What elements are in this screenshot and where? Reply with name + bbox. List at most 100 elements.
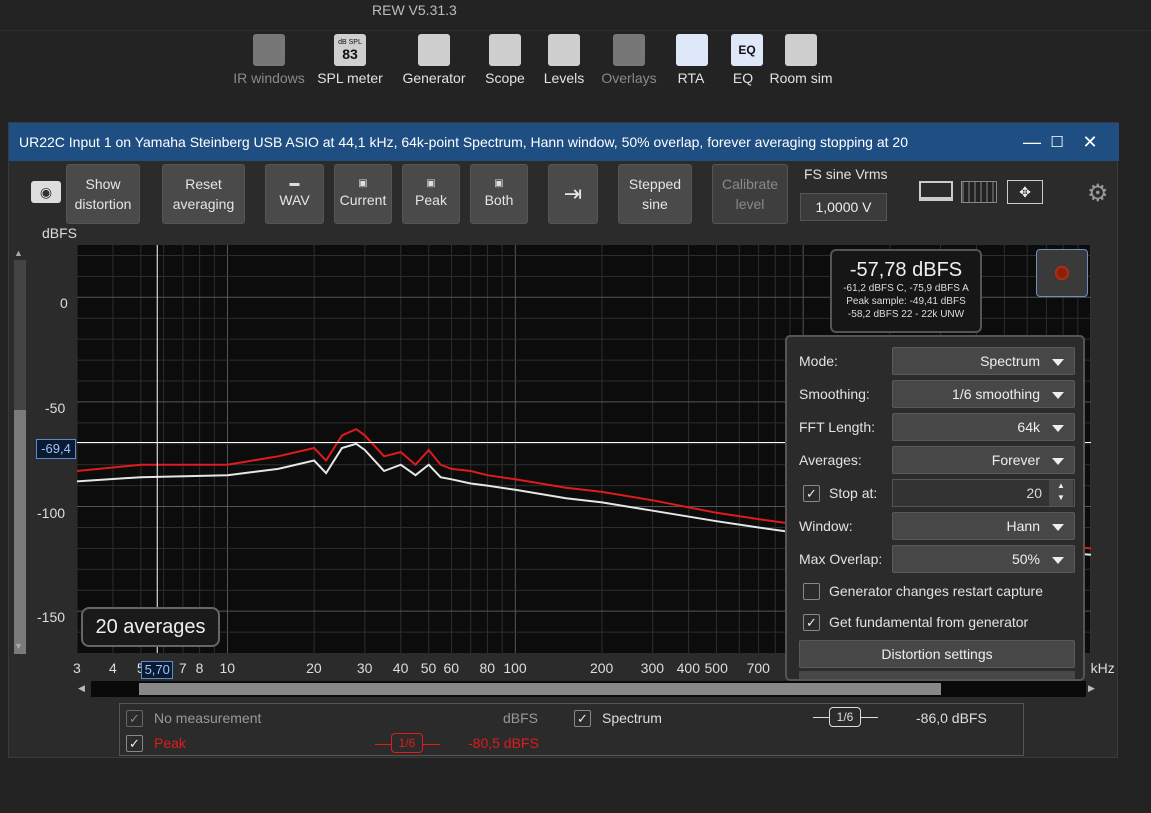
toolbar-rta[interactable]: RTA xyxy=(676,34,708,92)
x-tick: 8 xyxy=(195,660,204,676)
max-overlap-label: Max Overlap: xyxy=(799,551,883,567)
panel-extra-button[interactable] xyxy=(799,671,1075,679)
max-overlap-value: 50% xyxy=(1011,551,1040,567)
peak-checkbox[interactable]: ✓ xyxy=(126,735,143,752)
room-sim-icon xyxy=(785,34,817,66)
y-tick: -50 xyxy=(45,400,66,416)
gear-icon[interactable]: ⚙ xyxy=(1087,179,1109,208)
single-graph-icon[interactable] xyxy=(919,181,953,201)
toolbar-overlays[interactable]: Overlays xyxy=(601,34,657,92)
wav-label: WAV xyxy=(279,192,310,208)
peak-value: -80,5 dBFS xyxy=(468,735,539,751)
toolbar-eq[interactable]: EQ EQ xyxy=(731,34,763,92)
expand-icon[interactable]: ✥ xyxy=(1007,180,1043,204)
save-current-button[interactable]: ▣ Current xyxy=(334,164,392,224)
save-icon: ▣ xyxy=(494,178,504,189)
horizontal-scrollbar[interactable] xyxy=(91,681,1086,697)
rta-settings-panel: Mode: Spectrum Smoothing: 1/6 smoothing … xyxy=(785,335,1085,681)
show-distortion-button[interactable]: Show distortion xyxy=(66,164,140,224)
multi-graph-icon[interactable] xyxy=(961,181,997,203)
scrollbar-thumb[interactable] xyxy=(139,683,941,695)
eq-icon: EQ xyxy=(731,34,763,66)
wav-button[interactable]: ▬ WAV xyxy=(265,164,324,224)
mode-value: Spectrum xyxy=(980,353,1040,369)
y-tick: -100 xyxy=(37,505,66,521)
calibrate-level-button[interactable]: Calibrate level xyxy=(712,164,788,224)
no-measurement-checkbox[interactable]: ✓ xyxy=(126,710,143,727)
scroll-right-arrow[interactable]: ▶ xyxy=(1088,683,1095,694)
mode-label: Mode: xyxy=(799,353,838,369)
generator-icon xyxy=(418,34,450,66)
peak-smoothing-badge[interactable]: 1/6 xyxy=(391,733,423,753)
fs-sine-input[interactable]: 1,0000 V xyxy=(800,193,887,221)
icon-text: 83 xyxy=(342,45,358,62)
stop-at-checkbox[interactable]: ✓ xyxy=(803,485,820,502)
generator-restart-label: Generator changes restart capture xyxy=(829,583,1044,599)
max-overlap-dropdown[interactable]: 50% xyxy=(892,545,1075,573)
toolbar-spl-meter[interactable]: dB SPL 83 SPL meter xyxy=(316,34,384,92)
x-tick: 80 xyxy=(479,660,496,676)
reset-averaging-button[interactable]: Reset averaging xyxy=(162,164,245,224)
toolbar-label: Generator xyxy=(402,70,466,86)
stop-at-label: Stop at: xyxy=(829,485,878,501)
fft-length-dropdown[interactable]: 64k xyxy=(892,413,1075,441)
y-axis-unit: dBFS xyxy=(42,225,78,241)
distortion-settings-button[interactable]: Distortion settings xyxy=(799,640,1075,668)
levels-icon xyxy=(548,34,580,66)
icon-text: EQ xyxy=(738,43,756,57)
wav-icon: ▬ xyxy=(289,178,300,189)
record-button[interactable] xyxy=(1036,249,1088,297)
toolbar-scope[interactable]: Scope xyxy=(484,34,526,92)
get-fundamental-label: Get fundamental from generator xyxy=(829,614,1029,630)
window-label: Window: xyxy=(799,518,853,534)
toolbar-levels[interactable]: Levels xyxy=(543,34,585,92)
rta-icon xyxy=(676,34,708,66)
toolbar-ir-windows[interactable]: IR windows xyxy=(231,34,307,92)
meter-down-arrow[interactable]: ▼ xyxy=(14,641,23,651)
fft-length-label: FFT Length: xyxy=(799,419,876,435)
stop-at-spinner[interactable]: ▲ ▼ xyxy=(1049,480,1073,506)
averages-dropdown[interactable]: Forever xyxy=(892,446,1075,474)
close-button[interactable]: ✕ xyxy=(1067,123,1113,161)
stepped-sine-button[interactable]: Stepped sine xyxy=(618,164,692,224)
smoothing-dropdown[interactable]: 1/6 smoothing xyxy=(892,380,1075,408)
generator-restart-checkbox[interactable] xyxy=(803,583,820,600)
readout-line: Peak sample: -49,41 dBFS xyxy=(846,296,966,307)
stop-at-input[interactable]: 20 xyxy=(892,479,1075,507)
import-button[interactable]: ⇥ xyxy=(548,164,598,224)
scroll-left-arrow[interactable]: ◀ xyxy=(78,683,85,694)
averages-counter: 20 averages xyxy=(81,607,220,647)
stop-at-value: 20 xyxy=(1026,485,1042,501)
x-tick: 20 xyxy=(306,660,322,676)
camera-icon[interactable]: ◉ xyxy=(31,181,61,203)
x-tick: 700 xyxy=(746,660,770,676)
chevron-down-icon xyxy=(1052,524,1064,531)
overlays-icon xyxy=(613,34,645,66)
toolbar-room-sim[interactable]: Room sim xyxy=(767,34,835,92)
chevron-down-icon xyxy=(1052,392,1064,399)
toolbar-label: RTA xyxy=(677,70,705,86)
x-tick: 200 xyxy=(589,660,614,676)
window-dropdown[interactable]: Hann xyxy=(892,512,1075,540)
icon-caption: dB SPL xyxy=(338,38,362,46)
no-measurement-label: No measurement xyxy=(154,710,262,726)
save-peak-button[interactable]: ▣ Peak xyxy=(402,164,460,224)
toolbar-label: IR windows xyxy=(233,70,305,86)
smoothing-value: 1/6 smoothing xyxy=(952,386,1040,402)
get-fundamental-checkbox[interactable]: ✓ xyxy=(803,614,820,631)
mode-dropdown[interactable]: Spectrum xyxy=(892,347,1075,375)
averages-label: Averages: xyxy=(799,452,862,468)
current-label: Current xyxy=(339,192,387,208)
x-tick: 4 xyxy=(108,660,117,676)
averages-value: Forever xyxy=(991,452,1040,468)
spectrum-checkbox[interactable]: ✓ xyxy=(574,710,591,727)
toolbar-generator[interactable]: Generator xyxy=(400,34,468,92)
spectrum-smoothing-badge[interactable]: 1/6 xyxy=(829,707,861,727)
both-label: Both xyxy=(484,192,514,208)
save-both-button[interactable]: ▣ Both xyxy=(470,164,528,224)
cursor-y-readout: -69,4 xyxy=(36,439,76,459)
toolbar-label: Scope xyxy=(485,70,525,86)
ir-windows-icon xyxy=(253,34,285,66)
meter-up-arrow[interactable]: ▲ xyxy=(14,248,23,258)
no-measurement-unit: dBFS xyxy=(503,710,539,726)
